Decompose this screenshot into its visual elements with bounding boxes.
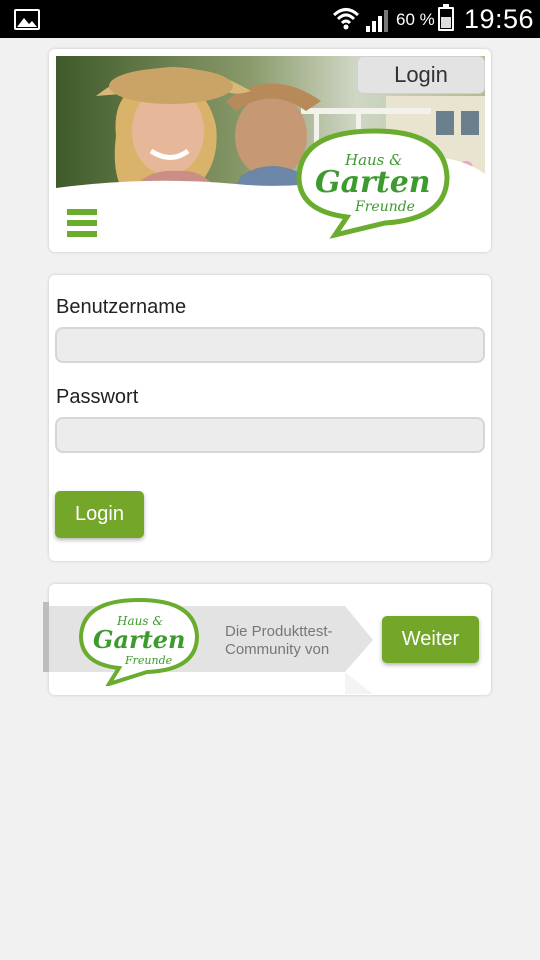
logo-text-freunde: Freunde [354, 199, 415, 215]
promo-logo-text-garten: Garten [93, 625, 186, 654]
promo-text-line-2: Community von [225, 641, 330, 658]
status-bar: 60 % 19:56 [0, 0, 540, 38]
clock: 19:56 [464, 4, 535, 34]
battery-percent: 60 % [396, 10, 435, 29]
signal-icon [366, 10, 388, 32]
password-label: Passwort [56, 386, 139, 408]
wifi-icon [332, 8, 360, 30]
username-label: Benutzername [56, 296, 187, 318]
weiter-button[interactable]: Weiter [382, 616, 479, 663]
logo-text-garten: Garten [315, 165, 431, 200]
promo-logo-text-freunde: Freunde [124, 654, 173, 667]
battery-icon [438, 4, 454, 31]
battery-level [441, 17, 451, 28]
promo-card: Haus & Garten Freunde Die Produkttest- C… [43, 584, 491, 695]
promo-text: Die Produkttest- Community von [225, 623, 333, 659]
promo-haus-garten-logo: Haus & Garten Freunde [78, 597, 200, 686]
haus-garten-logo: Haus & Garten Freunde [296, 128, 450, 239]
login-button[interactable]: Login [55, 491, 144, 538]
login-card: Benutzername Passwort Login [49, 275, 491, 561]
username-input[interactable] [55, 327, 485, 363]
password-input[interactable] [55, 417, 485, 453]
promo-text-line-1: Die Produkttest- [225, 623, 333, 640]
gallery-icon [14, 9, 40, 30]
header-login-button[interactable]: Login [357, 56, 485, 94]
hamburger-menu-icon[interactable] [67, 209, 97, 237]
